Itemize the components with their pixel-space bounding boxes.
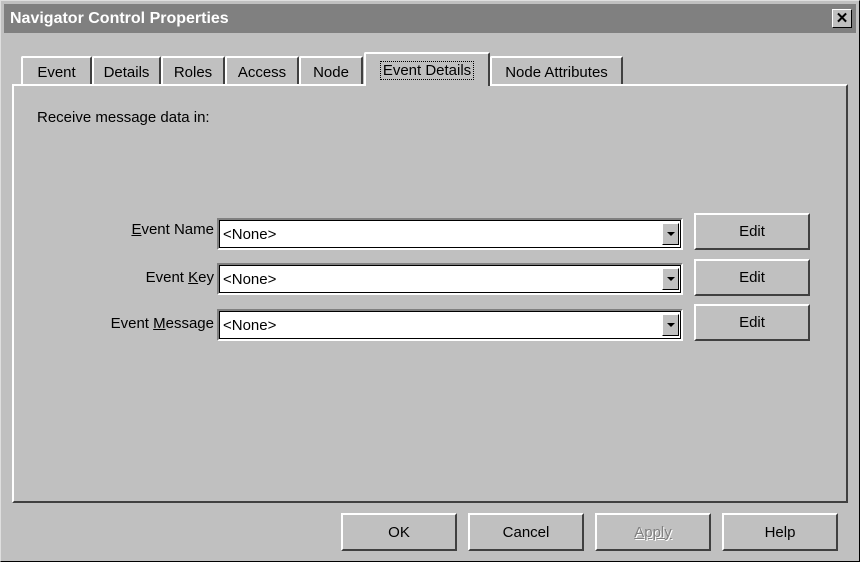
- tab-node-attributes[interactable]: Node Attributes: [490, 56, 623, 86]
- event-key-label: Event Key: [145, 269, 214, 286]
- tab-event[interactable]: Event: [21, 56, 92, 86]
- cancel-button[interactable]: Cancel: [468, 513, 584, 551]
- tab-details[interactable]: Details: [92, 56, 161, 86]
- chevron-down-icon[interactable]: [662, 314, 679, 336]
- tab-roles[interactable]: Roles: [161, 56, 225, 86]
- event-name-combo[interactable]: <None>: [217, 218, 683, 250]
- tab-node[interactable]: Node: [299, 56, 363, 86]
- ok-button[interactable]: OK: [341, 513, 457, 551]
- event-name-label: Event Name: [131, 221, 214, 238]
- tab-access[interactable]: Access: [225, 56, 299, 86]
- title-bar[interactable]: Navigator Control Properties ✕: [4, 4, 856, 33]
- dialog-window: Navigator Control Properties ✕ Event Det…: [0, 0, 860, 562]
- apply-button[interactable]: Apply: [595, 513, 711, 551]
- event-name-edit-button[interactable]: Edit: [694, 213, 810, 250]
- event-key-edit-button[interactable]: Edit: [694, 259, 810, 296]
- event-key-value: <None>: [223, 271, 277, 288]
- event-message-edit-button[interactable]: Edit: [694, 304, 810, 341]
- close-button[interactable]: ✕: [832, 9, 852, 28]
- chevron-down-icon[interactable]: [662, 268, 679, 290]
- intro-text: Receive message data in:: [37, 109, 210, 126]
- close-icon: ✕: [835, 10, 849, 27]
- chevron-down-icon[interactable]: [662, 223, 679, 245]
- help-button[interactable]: Help: [722, 513, 838, 551]
- event-message-label: Event Message: [110, 315, 214, 332]
- event-key-combo[interactable]: <None>: [217, 263, 683, 295]
- tab-event-details[interactable]: Event Details: [364, 52, 490, 86]
- event-message-combo[interactable]: <None>: [217, 309, 683, 341]
- window-title: Navigator Control Properties: [10, 9, 229, 27]
- event-message-value: <None>: [223, 317, 277, 334]
- event-name-value: <None>: [223, 226, 277, 243]
